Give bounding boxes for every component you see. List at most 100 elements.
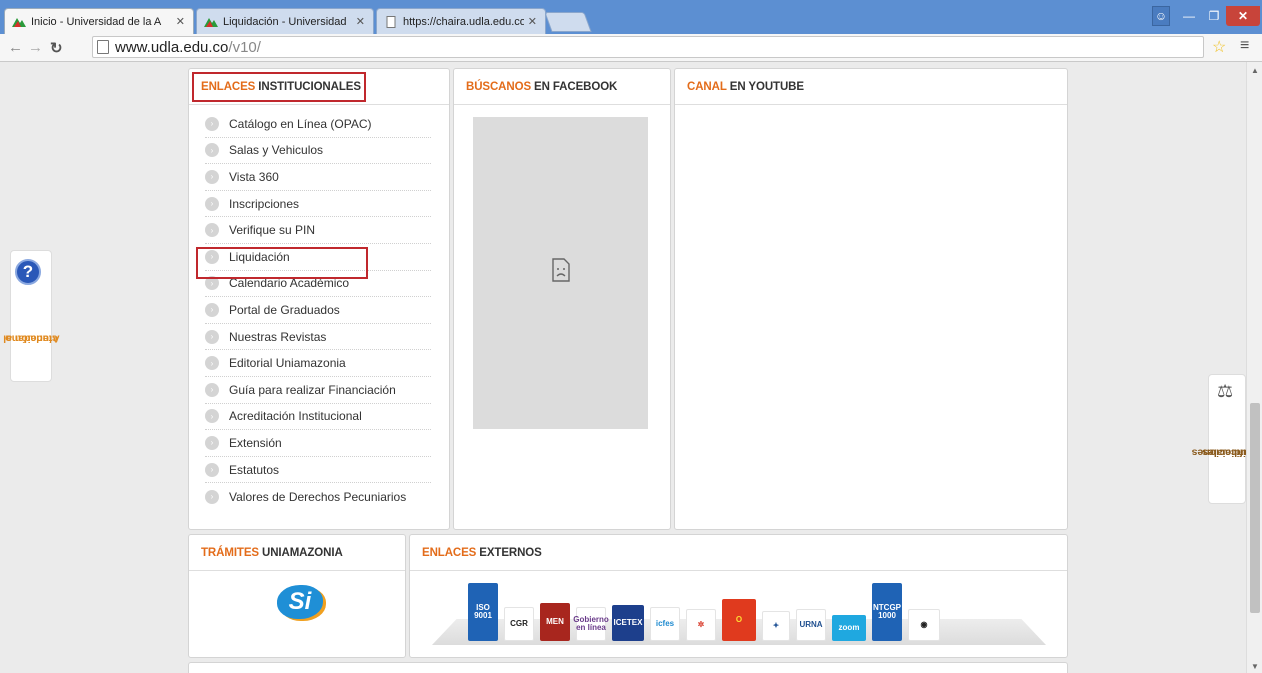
youtube-panel: CANAL EN YOUTUBE: [674, 68, 1068, 530]
tramites-panel: TRÁMITES UNIAMAZONIA Si: [188, 534, 406, 658]
compass-logo[interactable]: ✦: [762, 611, 790, 641]
forward-arrow-icon[interactable]: →: [28, 39, 43, 56]
chevron-right-icon: ›: [205, 116, 219, 131]
enlace-label: Salas y Vehiculos: [229, 143, 324, 158]
highlight-box: [196, 247, 368, 279]
panel-header: CANAL EN YOUTUBE: [675, 69, 1067, 105]
tab-inicio[interactable]: Inicio - Universidad de la A ✕: [4, 8, 194, 34]
scroll-thumb[interactable]: [1250, 403, 1260, 613]
atencion-line2: ciudadano: [4, 332, 58, 345]
chevron-right-icon: ›: [205, 196, 219, 211]
notif-line2: Judiciales: [1202, 446, 1246, 459]
enlace-item[interactable]: › Portal de Graduados: [205, 297, 431, 324]
page-icon: [97, 40, 109, 54]
bookmark-star-icon[interactable]: ☆: [1212, 37, 1226, 57]
chevron-right-icon: ›: [205, 489, 219, 504]
vertical-scrollbar[interactable]: ▲ ▼: [1246, 62, 1262, 673]
highlight-box: [192, 72, 366, 102]
tab-liquidacion[interactable]: Liquidación - Universidad ✕: [196, 8, 374, 34]
enlace-label: Estatutos: [229, 462, 280, 477]
back-arrow-icon[interactable]: ←: [8, 39, 23, 56]
enlace-item[interactable]: › Salas y Vehiculos: [205, 138, 431, 165]
enlace-label: Valores de Derechos Pecuniarios: [229, 489, 407, 504]
notificaciones-label: NotificacionesJudiciales: [1192, 401, 1246, 503]
iso-9001-logo[interactable]: ISO 9001: [468, 583, 498, 641]
enlaces-institucionales-panel: ENLACES INSTITUCIONALES › Catálogo en Lín…: [188, 68, 450, 530]
panel-header: BÚSCANOS EN FACEBOOK: [454, 69, 670, 105]
enlace-item[interactable]: › Extensión: [205, 430, 431, 457]
enlace-label: Inscripciones: [229, 196, 300, 211]
close-tab-icon[interactable]: ✕: [176, 15, 185, 28]
enlace-label: Verifique su PIN: [229, 223, 316, 238]
page-viewport: ENLACES INSTITUCIONALES › Catálogo en Lín…: [0, 62, 1246, 673]
atencion-ciudadano-tab[interactable]: ? Atención al ciudadano: [3, 250, 60, 382]
close-tab-icon[interactable]: ✕: [528, 15, 537, 28]
header-text: UNIAMAZONIA: [261, 546, 343, 559]
browser-titlebar: Inicio - Universidad de la A ✕ Liquidaci…: [0, 0, 1262, 34]
panel-header: TRÁMITES UNIAMAZONIA: [189, 535, 405, 571]
facebook-embed-placeholder: [473, 117, 648, 429]
enlace-item[interactable]: › Verifique su PIN: [205, 217, 431, 244]
scroll-down-arrow-icon[interactable]: ▼: [1251, 662, 1259, 671]
chevron-right-icon: ›: [205, 382, 219, 397]
url-path: /v10/: [228, 38, 261, 56]
o-logo-logo[interactable]: O: [722, 599, 756, 641]
gobierno-en-linea-logo[interactable]: Gobierno en línea: [573, 607, 609, 641]
maximize-icon[interactable]: ❐: [1202, 6, 1226, 26]
men-logo[interactable]: MEN: [540, 603, 570, 641]
scroll-up-arrow-icon[interactable]: ▲: [1251, 66, 1259, 75]
scales-icon: ⚖: [1217, 381, 1234, 401]
icetex-logo[interactable]: ICETEX: [612, 605, 644, 641]
header-text: EXTERNOS: [479, 546, 542, 559]
reload-icon[interactable]: ↻: [50, 39, 63, 57]
header-highlight: TRÁMITES: [201, 546, 259, 559]
chevron-right-icon: ›: [205, 435, 219, 450]
enlace-item[interactable]: › Nuestras Revistas: [205, 324, 431, 351]
atencion-label: Atención al ciudadano: [3, 295, 60, 381]
enlace-label: Acreditación Institucional: [229, 409, 362, 424]
enlace-item[interactable]: › Acreditación Institucional: [205, 404, 431, 431]
ntcgp-1000-logo[interactable]: NTCGP 1000: [872, 583, 902, 641]
enlace-item[interactable]: › Catálogo en Línea (OPAC): [205, 111, 431, 138]
udla-favicon-icon: [11, 16, 27, 28]
enlace-label: Vista 360: [229, 169, 279, 184]
chevron-right-icon: ›: [205, 223, 219, 238]
address-bar[interactable]: www.udla.edu.co /v10/: [92, 36, 1204, 58]
icfes-logo[interactable]: icfes: [650, 607, 680, 641]
close-tab-icon[interactable]: ✕: [356, 15, 365, 28]
chevron-right-icon: ›: [205, 356, 219, 371]
browser-toolbar: ← → ↻ www.udla.edu.co /v10/ ☆ ≡: [0, 34, 1262, 62]
close-window-icon[interactable]: ✕: [1226, 6, 1260, 26]
user-icon[interactable]: ☺: [1152, 6, 1170, 26]
chevron-right-icon: ›: [205, 302, 219, 317]
notificaciones-judiciales-tab[interactable]: ⚖ NotificacionesJudiciales: [1192, 374, 1246, 504]
header-text: EN YOUTUBE: [729, 80, 804, 93]
minimize-icon[interactable]: —: [1176, 6, 1202, 26]
enlaces-externos-panel: ENLACES EXTERNOS ISO 9001 CGR MEN Gobierno …: [409, 534, 1068, 658]
tab-chaira[interactable]: https://chaira.udla.edu.co/ ✕: [376, 8, 546, 34]
enlace-item[interactable]: › Estatutos: [205, 457, 431, 484]
udla-favicon-icon: [203, 16, 219, 28]
chevron-right-icon: ›: [205, 169, 219, 184]
url-host: www.udla.edu.co: [115, 38, 229, 56]
enlace-item[interactable]: › Valores de Derechos Pecuniarios: [205, 483, 431, 510]
chevron-right-icon: ›: [205, 462, 219, 477]
enlace-item[interactable]: › Inscripciones: [205, 191, 431, 218]
cgr-logo[interactable]: CGR: [504, 607, 534, 641]
urna-de-cristal-logo[interactable]: URNA: [796, 609, 826, 641]
enlace-item[interactable]: › Vista 360: [205, 164, 431, 191]
help-question-icon: ?: [15, 259, 41, 285]
header-highlight: CANAL: [687, 80, 727, 93]
enlace-item[interactable]: › Guía para realizar Financiación: [205, 377, 431, 404]
enlace-item[interactable]: › Editorial Uniamazonia: [205, 350, 431, 377]
next-panel: [188, 662, 1068, 673]
new-tab-button[interactable]: [544, 12, 592, 32]
enlace-label: Editorial Uniamazonia: [229, 356, 346, 371]
chevron-right-icon: ›: [205, 409, 219, 424]
si-virtual-logo[interactable]: Si: [277, 585, 323, 619]
tab-title: Liquidación - Universidad: [223, 15, 347, 28]
hamburger-menu-icon[interactable]: ≡: [1240, 37, 1249, 55]
zoom-logo[interactable]: zoom: [832, 615, 866, 641]
colciencias-logo[interactable]: ✲: [686, 609, 716, 641]
radio-logo[interactable]: ◉: [908, 609, 940, 641]
